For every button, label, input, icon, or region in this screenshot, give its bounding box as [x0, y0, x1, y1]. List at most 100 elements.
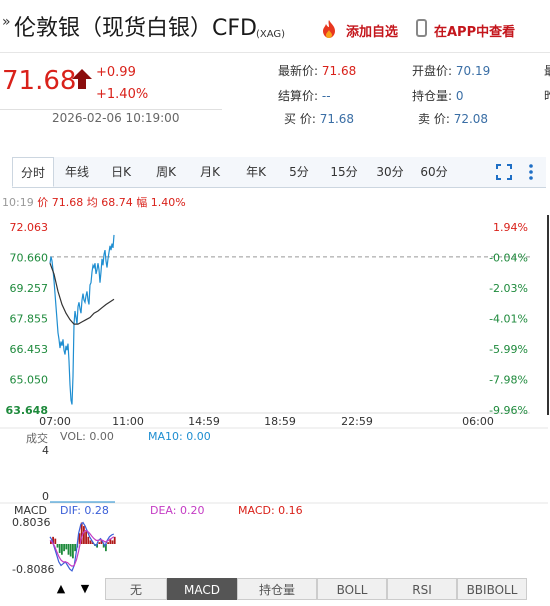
macd-y-top: 0.8036 [12, 516, 51, 529]
y-tick-label: 72.063 [10, 221, 49, 234]
stat-latest-value: 71.68 [321, 64, 357, 78]
info-time: 10:19 [2, 196, 34, 209]
volume-ma10: MA10: 0.00 [148, 430, 211, 443]
stat-settle-value: -- [321, 89, 331, 103]
chart-series [49, 234, 115, 405]
stat-oi-value: 0 [455, 89, 464, 103]
x-tick-label: 11:00 [112, 415, 144, 428]
current-price: 71.68 [2, 66, 77, 96]
macd-value: MACD: 0.16 [238, 504, 303, 517]
macd-dea: DEA: 0.20 [150, 504, 205, 517]
y-tick-label-right: -4.01% [489, 313, 528, 326]
x-axis: 07:00 11:00 14:59 18:59 22:59 06:00 [39, 415, 494, 428]
y-tick-label-right: -7.98% [489, 374, 528, 387]
indicator-boll-button[interactable]: BOLL [317, 578, 387, 600]
x-tick-label: 22:59 [341, 415, 373, 428]
y-tick-label-right: -0.04% [489, 252, 528, 265]
macd-dif: DIF: 0.28 [60, 504, 109, 517]
macd-histogram-bar [87, 536, 90, 544]
indicator-bbiboll-button[interactable]: BBIBOLL [457, 578, 527, 600]
tab-30min[interactable]: 30分 [372, 157, 408, 187]
average-price-line [49, 262, 115, 325]
macd-histogram-bar [113, 536, 116, 544]
info-amplitude: 幅 1.40% [136, 196, 186, 209]
tab-60min[interactable]: 60分 [416, 157, 452, 187]
stat-ask: 卖 价: 72.08 [418, 110, 488, 127]
tab-daily-k[interactable]: 日K [102, 157, 140, 187]
volume-y-top: 4 [42, 444, 49, 457]
y-tick-label-right: -5.99% [489, 343, 528, 356]
tab-yearly-k[interactable]: 年K [236, 157, 276, 187]
more-options-icon[interactable] [527, 163, 535, 181]
stat-settle-label: 结算价: [278, 89, 319, 103]
page-title: 伦敦银（现货白银）CFD [14, 16, 257, 41]
macd-histogram-bar [111, 540, 114, 544]
double-chevron-icon: » [2, 14, 11, 30]
indicator-open-interest-button[interactable]: 持仓量 [237, 578, 317, 600]
quote-datetime: 2026-02-06 10:19:00 [52, 111, 180, 125]
tab-monthly-k[interactable]: 月K [190, 157, 230, 187]
header: » 伦敦银（现货白银）CFD (XAG) 添加自选 在APP中查看 [0, 0, 550, 53]
volume-y-bottom: 0 [42, 490, 49, 503]
x-tick-label: 06:00 [462, 415, 494, 428]
stat-oi-label: 持仓量: [412, 89, 453, 103]
macd-histogram-bar [54, 538, 57, 544]
macd-histogram-bar [56, 544, 59, 548]
macd-histogram-bar [83, 526, 85, 544]
macd-histogram-bar [74, 544, 76, 552]
stat-open-interest: 持仓量: 0 [412, 87, 464, 104]
price-line [49, 234, 115, 405]
tab-15min[interactable]: 15分 [326, 157, 362, 187]
add-watchlist-label: 添加自选 [346, 25, 399, 40]
y-tick-label-right: -2.03% [489, 282, 528, 295]
y-tick-label: 66.453 [10, 343, 49, 356]
y-tick-label: 67.855 [10, 313, 49, 326]
macd-histogram-bar [61, 544, 63, 555]
y-tick-label-right: -9.96% [489, 404, 528, 417]
price-change: +0.99 [96, 65, 136, 80]
stat-settle: 结算价: -- [278, 87, 331, 104]
divider [0, 109, 222, 110]
y-tick-label: 65.050 [10, 374, 49, 387]
x-tick-label: 14:59 [188, 415, 220, 428]
y-tick-label: 69.257 [10, 282, 49, 295]
macd-y-bottom: -0.8086 [12, 563, 55, 576]
y-tick-label-right: 1.94% [493, 221, 528, 234]
indicator-none-button[interactable]: 无 [105, 578, 167, 600]
stat-ask-value: 72.08 [453, 112, 489, 126]
y-tick-label: 70.660 [10, 252, 49, 265]
period-tabs: 分时 年线 日K 周K 月K 年K 5分 15分 30分 60分 [12, 157, 546, 188]
indicator-rsi-button[interactable]: RSI [387, 578, 457, 600]
fullscreen-icon[interactable] [496, 164, 512, 180]
macd-histogram-bar [65, 544, 68, 550]
tab-5min[interactable]: 5分 [284, 157, 314, 187]
macd-histogram-bar [98, 542, 101, 544]
stat-bid-value: 71.68 [319, 112, 355, 126]
view-in-app-label: 在APP中查看 [434, 25, 516, 40]
macd-histogram-bar [85, 531, 87, 544]
tab-intraday[interactable]: 分时 [12, 157, 54, 187]
indicator-macd-button[interactable]: MACD [167, 578, 237, 600]
intraday-chart[interactable]: 72.06370.66069.25767.85566.45365.05063.6… [0, 215, 550, 577]
tab-year-line[interactable]: 年线 [56, 157, 98, 187]
symbol-code: (XAG) [256, 29, 286, 40]
macd-histogram-bar [89, 540, 92, 544]
crosshair-info: 10:19 价 71.68 均 68.74 幅 1.40% [2, 194, 186, 210]
stat-edge-top: 最 [544, 62, 550, 79]
stat-edge-mid: 昨 [544, 87, 550, 104]
stat-open-value: 70.19 [455, 64, 491, 78]
price-change-percent: +1.40% [96, 87, 149, 102]
macd-histogram-bar [58, 544, 61, 553]
stat-ask-label: 卖 价: [418, 112, 450, 126]
info-avg: 均 68.74 [86, 196, 133, 209]
chart-grid [50, 256, 530, 414]
tab-weekly-k[interactable]: 周K [146, 157, 186, 187]
phone-icon [416, 19, 427, 37]
up-arrow-icon [72, 69, 92, 89]
scroll-down-button[interactable]: ▼ [74, 578, 96, 600]
scroll-up-button[interactable]: ▲ [50, 578, 72, 600]
stat-open: 开盘价: 70.19 [412, 62, 490, 79]
stat-open-label: 开盘价: [412, 64, 453, 78]
volume-value: VOL: 0.00 [60, 430, 114, 443]
macd-histogram-bar [67, 544, 70, 555]
